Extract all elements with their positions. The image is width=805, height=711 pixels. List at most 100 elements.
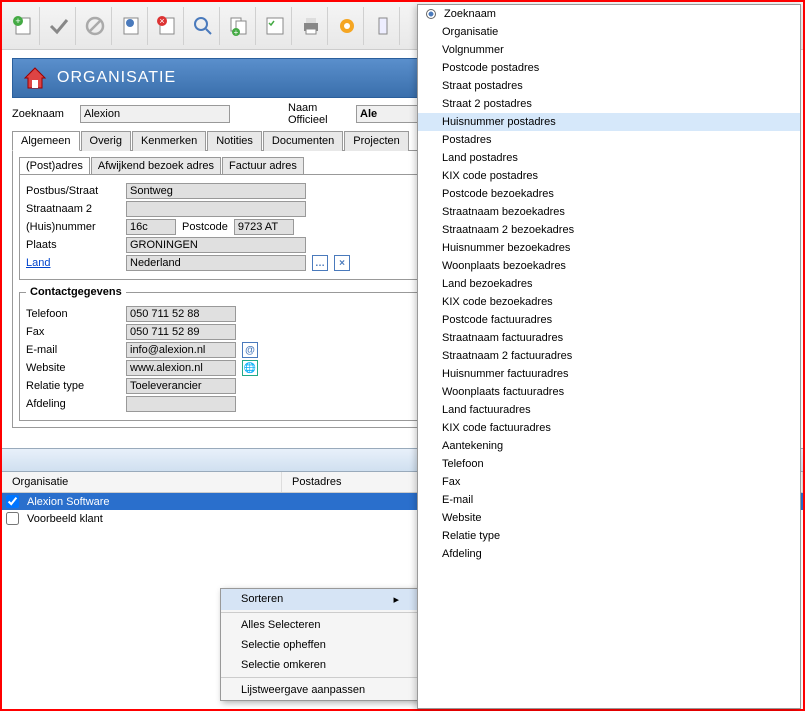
sort-option[interactable]: Organisatie — [418, 23, 800, 41]
sort-option[interactable]: Straatnaam factuuradres — [418, 329, 800, 347]
sort-option[interactable]: Straatnaam 2 bezoekadres — [418, 221, 800, 239]
extra-button[interactable] — [366, 7, 400, 45]
sort-option[interactable]: Fax — [418, 473, 800, 491]
website-input[interactable] — [126, 360, 236, 376]
radio-icon — [426, 9, 436, 19]
sort-option[interactable]: Huisnummer postadres — [418, 113, 800, 131]
sort-option-label: Postcode postadres — [442, 62, 539, 74]
zoeknaam-label: Zoeknaam — [12, 108, 72, 120]
postbus-input[interactable] — [126, 183, 306, 199]
sort-option[interactable]: Aantekening — [418, 437, 800, 455]
menu-selectie-opheffen[interactable]: Selectie opheffen — [221, 635, 419, 655]
sort-option[interactable]: Straatnaam bezoekadres — [418, 203, 800, 221]
huisnr-input[interactable] — [126, 219, 176, 235]
afdeling-input[interactable] — [126, 396, 236, 412]
delete-button[interactable]: × — [150, 7, 184, 45]
subtab-bezoek[interactable]: Afwijkend bezoek adres — [91, 157, 221, 174]
row-checkbox[interactable] — [6, 512, 19, 525]
sort-option-label: Straat 2 postadres — [442, 98, 532, 110]
sort-option-label: Huisnummer factuuradres — [442, 368, 569, 380]
web-link-icon[interactable]: 🌐 — [242, 360, 258, 376]
gear-button[interactable] — [330, 7, 364, 45]
col-organisatie[interactable]: Organisatie — [2, 472, 282, 492]
sort-option[interactable]: Woonplaats factuuradres — [418, 383, 800, 401]
tab-kenmerken[interactable]: Kenmerken — [132, 131, 206, 151]
sort-option-label: KIX code factuuradres — [442, 422, 551, 434]
print-button[interactable] — [294, 7, 328, 45]
zoeknaam-input[interactable] — [80, 105, 230, 123]
menu-selectie-omkeren[interactable]: Selectie omkeren — [221, 655, 419, 675]
tab-notities[interactable]: Notities — [207, 131, 262, 151]
fax-input[interactable] — [126, 324, 236, 340]
land-browse-button[interactable]: … — [312, 255, 328, 271]
land-clear-button[interactable]: × — [334, 255, 350, 271]
sort-option[interactable]: KIX code factuuradres — [418, 419, 800, 437]
afdeling-label: Afdeling — [26, 398, 126, 410]
sort-option[interactable]: Land factuuradres — [418, 401, 800, 419]
postcode-label: Postcode — [182, 221, 228, 233]
house-icon — [23, 66, 47, 90]
sort-option-label: Postadres — [442, 134, 492, 146]
tab-documenten[interactable]: Documenten — [263, 131, 343, 151]
gear-doc-icon — [119, 14, 143, 38]
sort-option[interactable]: Postcode bezoekadres — [418, 185, 800, 203]
sort-option[interactable]: Huisnummer bezoekadres — [418, 239, 800, 257]
search-button[interactable] — [186, 7, 220, 45]
sort-option[interactable]: Relatie type — [418, 527, 800, 545]
extra-icon — [371, 14, 395, 38]
check-icon — [47, 14, 71, 38]
menu-lijstweergave[interactable]: Lijstweergave aanpassen — [221, 680, 419, 700]
sort-option[interactable]: Website — [418, 509, 800, 527]
sort-option[interactable]: Land bezoekadres — [418, 275, 800, 293]
new-button[interactable]: + — [6, 7, 40, 45]
checklist-button[interactable] — [258, 7, 292, 45]
sort-option-label: Postcode bezoekadres — [442, 188, 554, 200]
settings-doc-button[interactable] — [114, 7, 148, 45]
tab-overig[interactable]: Overig — [81, 131, 131, 151]
cancel-button[interactable] — [78, 7, 112, 45]
land-label[interactable]: Land — [26, 257, 126, 269]
subtab-postadres[interactable]: (Post)adres — [19, 157, 90, 174]
sort-option[interactable]: Woonplaats bezoekadres — [418, 257, 800, 275]
sort-option-label: Relatie type — [442, 530, 500, 542]
menu-alles-selecteren[interactable]: Alles Selecteren — [221, 615, 419, 635]
email-label: E-mail — [26, 344, 126, 356]
sort-option[interactable]: KIX code postadres — [418, 167, 800, 185]
sort-option[interactable]: Zoeknaam — [418, 5, 800, 23]
sort-option[interactable]: Postcode factuuradres — [418, 311, 800, 329]
sort-option-label: Woonplaats bezoekadres — [442, 260, 566, 272]
sort-option[interactable]: Afdeling — [418, 545, 800, 563]
postcode-input[interactable] — [234, 219, 294, 235]
sort-submenu: ZoeknaamOrganisatie Volgnummer Postcode po… — [417, 4, 801, 709]
email-link-icon[interactable]: @ — [242, 342, 258, 358]
sort-option-label: Aantekening — [442, 440, 503, 452]
sort-option[interactable]: Huisnummer factuuradres — [418, 365, 800, 383]
copy-button[interactable]: + — [222, 7, 256, 45]
plaats-input[interactable] — [126, 237, 306, 253]
land-input[interactable] — [126, 255, 306, 271]
sort-option[interactable]: Volgnummer — [418, 41, 800, 59]
row-checkbox[interactable] — [6, 495, 19, 508]
sort-option-label: KIX code postadres — [442, 170, 538, 182]
svg-text:+: + — [15, 16, 20, 26]
sort-option[interactable]: Straat postadres — [418, 77, 800, 95]
sort-option[interactable]: Straatnaam 2 factuuradres — [418, 347, 800, 365]
straat2-input[interactable] — [126, 201, 306, 217]
email-input[interactable] — [126, 342, 236, 358]
sort-option[interactable]: KIX code bezoekadres — [418, 293, 800, 311]
sort-option-label: Volgnummer — [442, 44, 504, 56]
confirm-button[interactable] — [42, 7, 76, 45]
sort-option[interactable]: Postcode postadres — [418, 59, 800, 77]
sort-option[interactable]: Land postadres — [418, 149, 800, 167]
sort-option[interactable]: E-mail — [418, 491, 800, 509]
menu-sorteren[interactable]: Sorteren▸ — [221, 589, 419, 610]
sort-option[interactable]: Telefoon — [418, 455, 800, 473]
sort-option[interactable]: Postadres — [418, 131, 800, 149]
search-icon — [191, 14, 215, 38]
telefoon-input[interactable] — [126, 306, 236, 322]
relatie-input[interactable] — [126, 378, 236, 394]
subtab-factuur[interactable]: Factuur adres — [222, 157, 304, 174]
sort-option[interactable]: Straat 2 postadres — [418, 95, 800, 113]
tab-projecten[interactable]: Projecten — [344, 131, 408, 151]
tab-algemeen[interactable]: Algemeen — [12, 131, 80, 151]
